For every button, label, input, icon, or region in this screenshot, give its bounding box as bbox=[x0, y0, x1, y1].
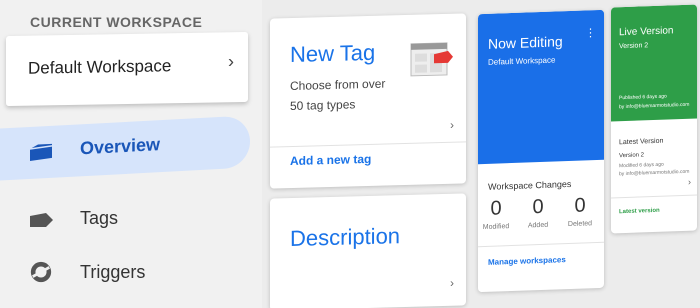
modified-date: Modified 6 days ago bbox=[619, 161, 664, 170]
now-editing-title: Now Editing bbox=[488, 33, 563, 52]
divider bbox=[611, 194, 697, 199]
modified-stat: 0 Modified bbox=[478, 197, 514, 231]
added-stat: 0 Added bbox=[520, 195, 556, 230]
sidebar-item-tags[interactable]: Tags bbox=[0, 194, 250, 246]
live-version-title: Live Version bbox=[619, 25, 674, 39]
published-by: by info@bluemarmotstudio.com bbox=[619, 101, 690, 111]
description-card[interactable]: Description › bbox=[270, 193, 466, 308]
deleted-stat: 0 Deleted bbox=[562, 194, 598, 228]
deleted-count: 0 bbox=[574, 194, 586, 217]
now-editing-header: Now Editing Default Workspace ⋮ bbox=[478, 9, 604, 165]
sidebar-item-label: Overview bbox=[80, 134, 161, 159]
new-tag-description: Choose from over 50 tag types bbox=[290, 76, 386, 114]
sidebar-item-label: Tags bbox=[80, 208, 119, 228]
description-title: Description bbox=[290, 223, 401, 252]
sidebar: CURRENT WORKSPACE Default Workspace › Ov… bbox=[0, 0, 262, 308]
added-count: 0 bbox=[532, 195, 544, 219]
add-new-tag-link[interactable]: Add a new tag bbox=[290, 152, 371, 168]
trigger-icon bbox=[30, 261, 52, 283]
sidebar-item-overview[interactable]: Overview bbox=[0, 115, 250, 181]
overview-icon bbox=[29, 143, 53, 161]
more-vert-icon[interactable]: ⋮ bbox=[585, 26, 596, 39]
modified-by: by info@bluemarmotstudio.com bbox=[619, 168, 690, 178]
live-version-header: Live Version Version 2 Published 6 days … bbox=[611, 4, 697, 122]
chevron-right-icon: › bbox=[688, 176, 691, 187]
chevron-right-icon: › bbox=[450, 117, 454, 132]
workspace-name: Default Workspace bbox=[28, 56, 172, 78]
modified-label: Modified bbox=[482, 223, 510, 232]
live-version-number: Version 2 bbox=[619, 42, 649, 51]
latest-version-link[interactable]: Latest version bbox=[619, 208, 660, 215]
new-tag-card[interactable]: New Tag Choose from over 50 tag types › … bbox=[270, 13, 466, 189]
tag-manager-overview: CURRENT WORKSPACE Default Workspace › Ov… bbox=[0, 0, 700, 308]
tag-window-icon bbox=[410, 42, 453, 77]
latest-version-title: Latest Version bbox=[619, 137, 664, 147]
workspace-selector[interactable]: Default Workspace › bbox=[6, 31, 248, 107]
live-version-card: Live Version Version 2 Published 6 days … bbox=[611, 4, 697, 234]
divider bbox=[270, 141, 466, 148]
added-label: Added bbox=[527, 221, 549, 230]
modified-count: 0 bbox=[490, 197, 502, 220]
latest-version-number: Version 2 bbox=[619, 152, 645, 160]
tag-icon bbox=[30, 213, 53, 227]
sidebar-item-label: Triggers bbox=[80, 262, 146, 282]
sidebar-item-triggers[interactable]: Triggers bbox=[0, 250, 250, 302]
current-workspace-label: CURRENT WORKSPACE bbox=[30, 14, 203, 30]
manage-workspaces-link[interactable]: Manage workspaces bbox=[488, 255, 566, 267]
workspace-changes-title: Workspace Changes bbox=[488, 178, 572, 192]
chevron-right-icon: › bbox=[450, 275, 454, 290]
published-date: Published 6 days ago bbox=[619, 93, 667, 102]
divider bbox=[478, 241, 604, 248]
now-editing-workspace: Default Workspace bbox=[488, 55, 556, 67]
chevron-right-icon: › bbox=[228, 51, 234, 72]
new-tag-title: New Tag bbox=[290, 39, 376, 68]
deleted-label: Deleted bbox=[567, 220, 593, 229]
now-editing-card: Now Editing Default Workspace ⋮ Workspac… bbox=[478, 9, 604, 293]
